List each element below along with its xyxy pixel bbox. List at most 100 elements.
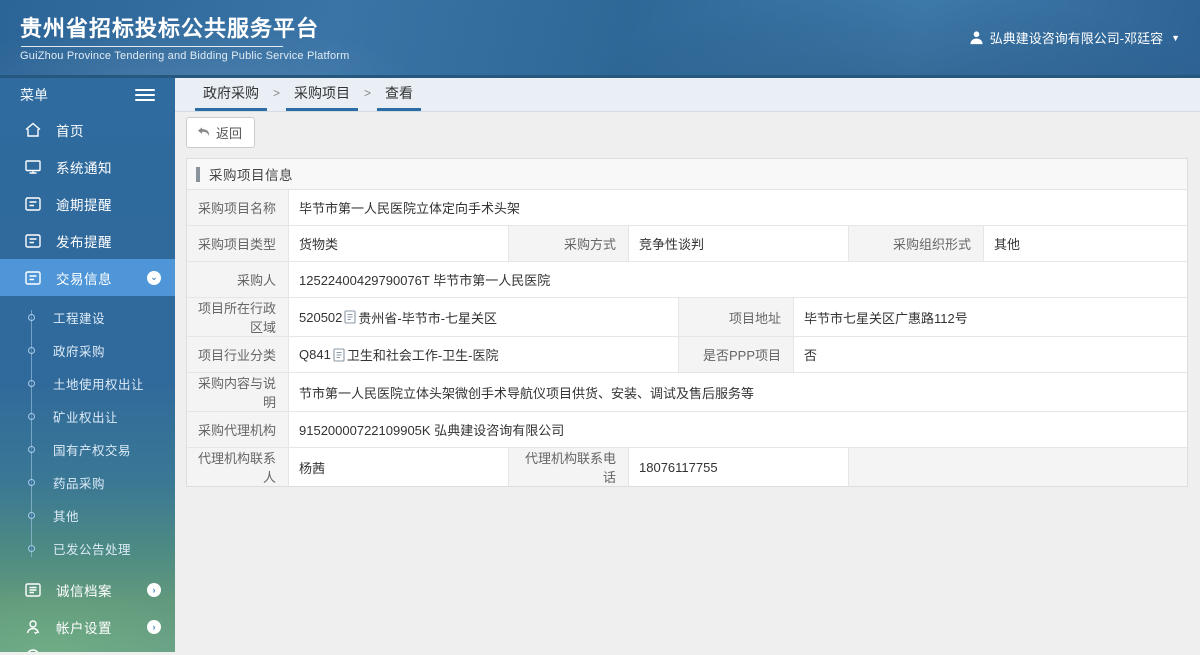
sidebar-item-credit-archive[interactable]: 诚信档案 › — [0, 571, 175, 608]
chevron-right-circle-icon: › — [147, 582, 161, 597]
monitor-icon — [24, 158, 42, 176]
submenu-item-engineering[interactable]: 工程建设 — [0, 301, 175, 334]
brand: 贵州省招标投标公共服务平台 GuiZhou Province Tendering… — [20, 13, 350, 62]
field-value-purchaser: 12522400429790076T 毕节市第一人民医院 — [289, 262, 1187, 297]
chevron-down-circle-icon: ⌄ — [147, 270, 161, 285]
table-row: 项目所在行政区域 520502 贵州省-毕节市-七星关区 项目地址 毕节市七星关… — [187, 297, 1187, 336]
field-label: 采购组织形式 — [849, 226, 984, 261]
field-value-industry: Q841 卫生和社会工作-卫生-医院 — [289, 337, 679, 372]
app-header: 贵州省招标投标公共服务平台 GuiZhou Province Tendering… — [0, 0, 1200, 78]
sidebar-menu-label: 菜单 — [20, 86, 48, 103]
sidebar-item-label: 诚信档案 — [56, 583, 112, 599]
table-row: 采购项目类型 货物类 采购方式 竞争性谈判 采购组织形式 其他 — [187, 225, 1187, 261]
field-label: 是否PPP项目 — [679, 337, 794, 372]
field-label: 代理机构联系人 — [187, 448, 289, 486]
project-info-table: 采购项目名称 毕节市第一人民医院立体定向手术头架 采购项目类型 货物类 采购方式… — [187, 190, 1187, 486]
submenu-item-gov-procurement[interactable]: 政府采购 — [0, 334, 175, 367]
field-value-org-form: 其他 — [984, 226, 1187, 261]
document-picker-icon[interactable] — [344, 310, 356, 324]
bullet-icon — [28, 347, 35, 354]
bullet-icon — [28, 446, 35, 453]
submenu-item-drug-procurement[interactable]: 药品采购 — [0, 466, 175, 499]
page-title: 贵州省招标投标公共服务平台 — [20, 16, 320, 41]
table-row: 代理机构联系人 杨茜 代理机构联系电话 18076117755 — [187, 447, 1187, 486]
user-icon — [969, 30, 984, 45]
list-card-icon — [24, 269, 42, 287]
field-value-agency-phone: 18076117755 — [629, 448, 849, 486]
submenu-item-state-property[interactable]: 国有产权交易 — [0, 433, 175, 466]
field-value-content: 节市第一人民医院立体头架微创手术导航仪项目供货、安装、调试及售后服务等 — [289, 373, 1187, 411]
trade-info-submenu: 工程建设 政府采购 土地使用权出让 矿业权出让 国有产权交易 药品采购 其他 已… — [0, 296, 175, 571]
breadcrumb-gov-procurement[interactable]: 政府采购 — [195, 78, 267, 111]
field-label: 采购内容与说明 — [187, 373, 289, 411]
sidebar-item-overdue-reminder[interactable]: 逾期提醒 — [0, 185, 175, 222]
hamburger-icon[interactable] — [135, 86, 155, 104]
table-row: 采购代理机构 91520000722109905K 弘典建设咨询有限公司 — [187, 411, 1187, 447]
bullet-icon — [28, 545, 35, 552]
list-card-icon — [24, 232, 42, 250]
breadcrumb-separator: > — [364, 86, 372, 100]
section-accent-bar — [196, 166, 200, 182]
table-row: 采购项目名称 毕节市第一人民医院立体定向手术头架 — [187, 190, 1187, 225]
title-divider — [21, 46, 283, 47]
undo-arrow-icon — [196, 126, 211, 139]
back-button-label: 返回 — [216, 125, 243, 141]
content: 采购项目信息 采购项目名称 毕节市第一人民医院立体定向手术头架 采购项目类型 货… — [175, 152, 1200, 652]
empty-cell — [849, 448, 1187, 486]
submenu-item-other[interactable]: 其他 — [0, 499, 175, 532]
sidebar-item-label: 系统通知 — [56, 160, 112, 176]
field-label: 采购代理机构 — [187, 412, 289, 447]
field-value-project-name: 毕节市第一人民医院立体定向手术头架 — [289, 190, 1187, 225]
sidebar-item-notifications[interactable]: 系统通知 — [0, 148, 175, 185]
submenu-item-published-notices[interactable]: 已发公告处理 — [0, 532, 175, 565]
field-label: 采购人 — [187, 262, 289, 297]
bullet-icon — [28, 479, 35, 486]
main-area: 政府采购 > 采购项目 > 查看 返回 采购项目信息 采购项目名称 毕节市第一人… — [175, 78, 1200, 652]
breadcrumb: 政府采购 > 采购项目 > 查看 — [175, 78, 1200, 112]
user-menu[interactable]: 弘典建设咨询有限公司-邓廷容 ▼ — [969, 28, 1180, 47]
chevron-down-icon: ▼ — [1171, 32, 1180, 43]
bullet-icon — [28, 314, 35, 321]
sidebar-item-account-settings[interactable]: 帐户设置 › — [0, 608, 175, 645]
back-button[interactable]: 返回 — [186, 116, 256, 148]
field-label: 代理机构联系电话 — [509, 448, 629, 486]
sidebar-item-label: 交易信息 — [56, 271, 112, 287]
field-value-agency-contact: 杨茜 — [289, 448, 509, 486]
list-card-icon — [24, 195, 42, 213]
breadcrumb-procurement-project[interactable]: 采购项目 — [286, 78, 359, 111]
field-value-address: 毕节市七星关区广惠路112号 — [794, 298, 1187, 336]
submenu-item-land-use[interactable]: 土地使用权出让 — [0, 367, 175, 400]
toolbar: 返回 — [175, 112, 1200, 152]
field-label: 项目地址 — [679, 298, 794, 336]
sidebar-item-trade-info[interactable]: 交易信息 ⌄ — [0, 259, 175, 296]
field-value-project-type: 货物类 — [289, 226, 509, 261]
field-value-agency: 91520000722109905K 弘典建设咨询有限公司 — [289, 412, 1187, 447]
submenu-item-mining-rights[interactable]: 矿业权出让 — [0, 400, 175, 433]
sidebar-item-label: 逾期提醒 — [56, 197, 112, 213]
sidebar-item-label: 首页 — [56, 123, 84, 139]
field-label: 采购方式 — [509, 226, 629, 261]
sidebar-item-home[interactable]: 首页 — [0, 111, 175, 148]
field-label: 采购项目名称 — [187, 190, 289, 225]
bullet-icon — [28, 413, 35, 420]
user-icon — [24, 618, 42, 636]
section-title: 采购项目信息 — [209, 168, 293, 183]
field-label: 采购项目类型 — [187, 226, 289, 261]
sidebar-item-publish-reminder[interactable]: 发布提醒 — [0, 222, 175, 259]
sidebar-item-partial — [0, 645, 175, 652]
home-icon — [24, 121, 42, 139]
sidebar-item-label: 发布提醒 — [56, 234, 112, 250]
bullet-icon — [28, 380, 35, 387]
document-picker-icon[interactable] — [333, 347, 345, 362]
chevron-right-circle-icon: › — [147, 619, 161, 634]
table-row: 采购内容与说明 节市第一人民医院立体头架微创手术导航仪项目供货、安装、调试及售后… — [187, 372, 1187, 411]
breadcrumb-view[interactable]: 查看 — [377, 78, 422, 111]
user-name: 弘典建设咨询有限公司-邓廷容 — [989, 31, 1164, 46]
section-header: 采购项目信息 — [187, 159, 1187, 190]
project-info-panel: 采购项目信息 采购项目名称 毕节市第一人民医院立体定向手术头架 采购项目类型 货… — [186, 158, 1188, 487]
field-label: 项目所在行政区域 — [187, 298, 289, 336]
page-subtitle: GuiZhou Province Tendering and Bidding P… — [20, 50, 350, 62]
bullet-icon — [28, 512, 35, 519]
sidebar-item-label: 帐户设置 — [56, 620, 112, 636]
field-value-purchase-method: 竞争性谈判 — [629, 226, 849, 261]
